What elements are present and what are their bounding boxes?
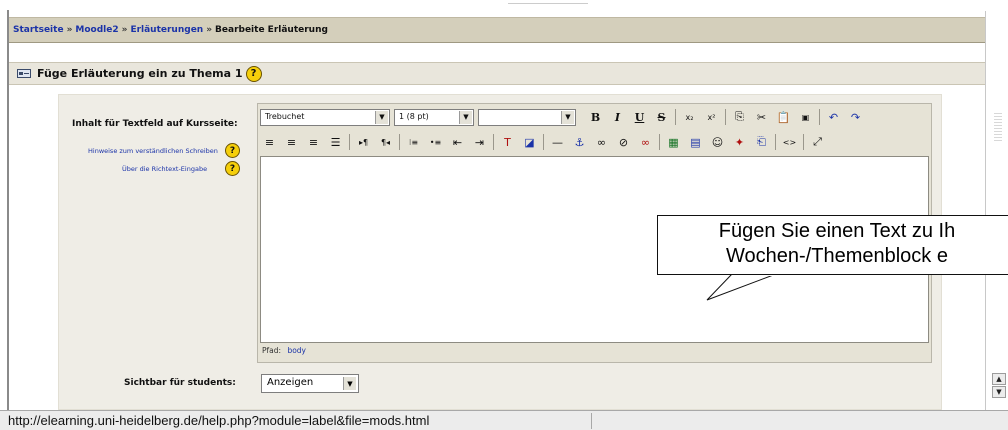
toolbar-separator bbox=[659, 134, 660, 150]
bold-button[interactable]: B bbox=[586, 108, 605, 126]
richtext-help-link[interactable]: Über die Richtext-Eingabe bbox=[122, 165, 207, 173]
page-title: Füge Erläuterung ein zu Thema 1 bbox=[37, 67, 243, 80]
cut-button[interactable]: ✂ bbox=[752, 108, 771, 126]
nolink-button[interactable]: ⊘ bbox=[614, 133, 633, 151]
breadcrumb-current: Bearbeite Erläuterung bbox=[215, 25, 328, 35]
indent-button[interactable]: ⇥ bbox=[470, 133, 489, 151]
scrollbar-grip[interactable] bbox=[994, 113, 1002, 143]
align-left-button[interactable]: ≡ bbox=[260, 133, 279, 151]
font-family-select[interactable]: Trebuchet ▼ bbox=[260, 108, 390, 126]
breadcrumb-separator: » bbox=[66, 25, 73, 35]
breadcrumb: Startseite » Moodle2 » Erläuterungen » B… bbox=[9, 17, 985, 43]
subscript-button[interactable]: x₂ bbox=[680, 108, 699, 126]
breadcrumb-link-startseite[interactable]: Startseite bbox=[13, 25, 64, 35]
content-field-label: Inhalt für Textfeld auf Kursseite: bbox=[72, 119, 238, 129]
chevron-down-icon[interactable]: ▼ bbox=[459, 110, 472, 124]
redo-button[interactable]: ↷ bbox=[846, 108, 865, 126]
editor-toolbar-row-1: Trebuchet ▼ 1 (8 pt) ▼ ▼ B I U Sx₂ x² ⎘ ✂ 📋 ▣ ↶ ↷ bbox=[260, 106, 868, 128]
page-heading: Füge Erläuterung ein zu Thema 1 ? bbox=[9, 62, 985, 85]
font-size-value: 1 (8 pt) bbox=[399, 111, 429, 121]
toolbar-separator bbox=[803, 134, 804, 150]
toolbar-separator bbox=[675, 109, 676, 125]
richtext-help-icon[interactable]: ? bbox=[225, 161, 240, 176]
ltr-button[interactable]: ▸¶ bbox=[354, 133, 373, 151]
toolbar-separator bbox=[725, 109, 726, 125]
tab-edge bbox=[508, 0, 588, 4]
status-url: http://elearning.uni-heidelberg.de/help.… bbox=[8, 413, 430, 428]
breadcrumb-separator: » bbox=[206, 25, 213, 35]
editor-toolbar-row-2: ≡ ≡ ≡ ☰ ▸¶ ¶◂ ⁝≡ •≡ ⇤ ⇥ T ◪ — ⚓ ∞ ⊘ ∞ ▦ ▤ ☺ ✦ ⎗ <> ⤢ bbox=[260, 131, 830, 153]
chevron-down-icon[interactable]: ▼ bbox=[375, 110, 388, 124]
unordered-list-button[interactable]: •≡ bbox=[426, 133, 445, 151]
unlink-button[interactable]: ∞ bbox=[636, 133, 655, 151]
align-right-button[interactable]: ≡ bbox=[304, 133, 323, 151]
paste-special-button[interactable]: ⎗ bbox=[752, 133, 771, 151]
writing-help-icon[interactable]: ? bbox=[225, 143, 240, 158]
vertical-scrollbar[interactable] bbox=[985, 11, 1008, 411]
writing-help-link[interactable]: Hinweise zum verständlichen Schreiben bbox=[88, 147, 218, 155]
breadcrumb-link-erlaeuterungen[interactable]: Erläuterungen bbox=[130, 25, 203, 35]
help-icon[interactable]: ? bbox=[245, 65, 262, 82]
visibility-select[interactable]: Anzeigen ▼ bbox=[261, 374, 359, 393]
html-source-button[interactable]: <> bbox=[780, 133, 799, 151]
chevron-down-icon[interactable]: ▼ bbox=[561, 110, 574, 124]
link-button[interactable]: ∞ bbox=[592, 133, 611, 151]
font-family-value: Trebuchet bbox=[265, 111, 305, 121]
window-left-frame bbox=[0, 0, 9, 430]
breadcrumb-separator: » bbox=[121, 25, 128, 35]
paste-button[interactable]: 📋 bbox=[774, 108, 793, 126]
callout-line-2: Wochen-/Themenblock e bbox=[726, 245, 948, 267]
toolbar-separator bbox=[349, 134, 350, 150]
fullscreen-button[interactable]: ⤢ bbox=[808, 133, 827, 151]
copy-button[interactable]: ⎘ bbox=[730, 108, 749, 126]
callout-box: Fügen Sie einen Text zu Ih Wochen-/Theme… bbox=[657, 215, 1008, 275]
format-select[interactable]: ▼ bbox=[478, 108, 576, 126]
background-color-button[interactable]: ◪ bbox=[520, 133, 539, 151]
superscript-button[interactable]: x² bbox=[702, 108, 721, 126]
visible-field-label: Sichtbar für students: bbox=[124, 378, 236, 388]
anchor-button[interactable]: ⚓ bbox=[570, 133, 589, 151]
underline-button[interactable]: U bbox=[630, 108, 649, 126]
toolbar-separator bbox=[543, 134, 544, 150]
ordered-list-button[interactable]: ⁝≡ bbox=[404, 133, 423, 151]
insert-image-button[interactable]: ▦ bbox=[664, 133, 683, 151]
align-center-button[interactable]: ≡ bbox=[282, 133, 301, 151]
insert-table-button[interactable]: ▤ bbox=[686, 133, 705, 151]
text-color-button[interactable]: T bbox=[498, 133, 517, 151]
toolbar-separator bbox=[399, 134, 400, 150]
special-char-button[interactable]: ✦ bbox=[730, 133, 749, 151]
strikethrough-button[interactable]: S bbox=[652, 108, 671, 126]
scroll-up-arrow-icon[interactable]: ▲ bbox=[992, 373, 1006, 385]
visibility-value: Anzeigen bbox=[267, 377, 314, 388]
rtl-button[interactable]: ¶◂ bbox=[376, 133, 395, 151]
label-module-icon bbox=[17, 69, 31, 78]
outdent-button[interactable]: ⇤ bbox=[448, 133, 467, 151]
italic-button[interactable]: I bbox=[608, 108, 627, 126]
toolbar-separator bbox=[775, 134, 776, 150]
browser-status-bar: http://elearning.uni-heidelberg.de/help.… bbox=[0, 410, 1008, 430]
editor-path-bar: Pfad: body bbox=[262, 346, 306, 355]
callout-line-1: Fügen Sie einen Text zu Ih bbox=[718, 220, 956, 242]
status-divider bbox=[591, 413, 592, 429]
undo-button[interactable]: ↶ bbox=[824, 108, 843, 126]
browser-top-strip bbox=[0, 0, 1008, 11]
horizontal-rule-button[interactable]: — bbox=[548, 133, 567, 151]
smiley-button[interactable]: ☺ bbox=[708, 133, 727, 151]
font-size-select[interactable]: 1 (8 pt) ▼ bbox=[394, 108, 474, 126]
paste-word-button[interactable]: ▣ bbox=[796, 108, 815, 126]
path-label: Pfad: bbox=[262, 346, 282, 355]
justify-button[interactable]: ☰ bbox=[326, 133, 345, 151]
breadcrumb-link-moodle2[interactable]: Moodle2 bbox=[75, 25, 118, 35]
path-value-link[interactable]: body bbox=[287, 346, 306, 355]
chevron-down-icon[interactable]: ▼ bbox=[343, 377, 356, 390]
scroll-down-arrow-icon[interactable]: ▼ bbox=[992, 386, 1006, 398]
toolbar-separator bbox=[493, 134, 494, 150]
toolbar-separator bbox=[819, 109, 820, 125]
